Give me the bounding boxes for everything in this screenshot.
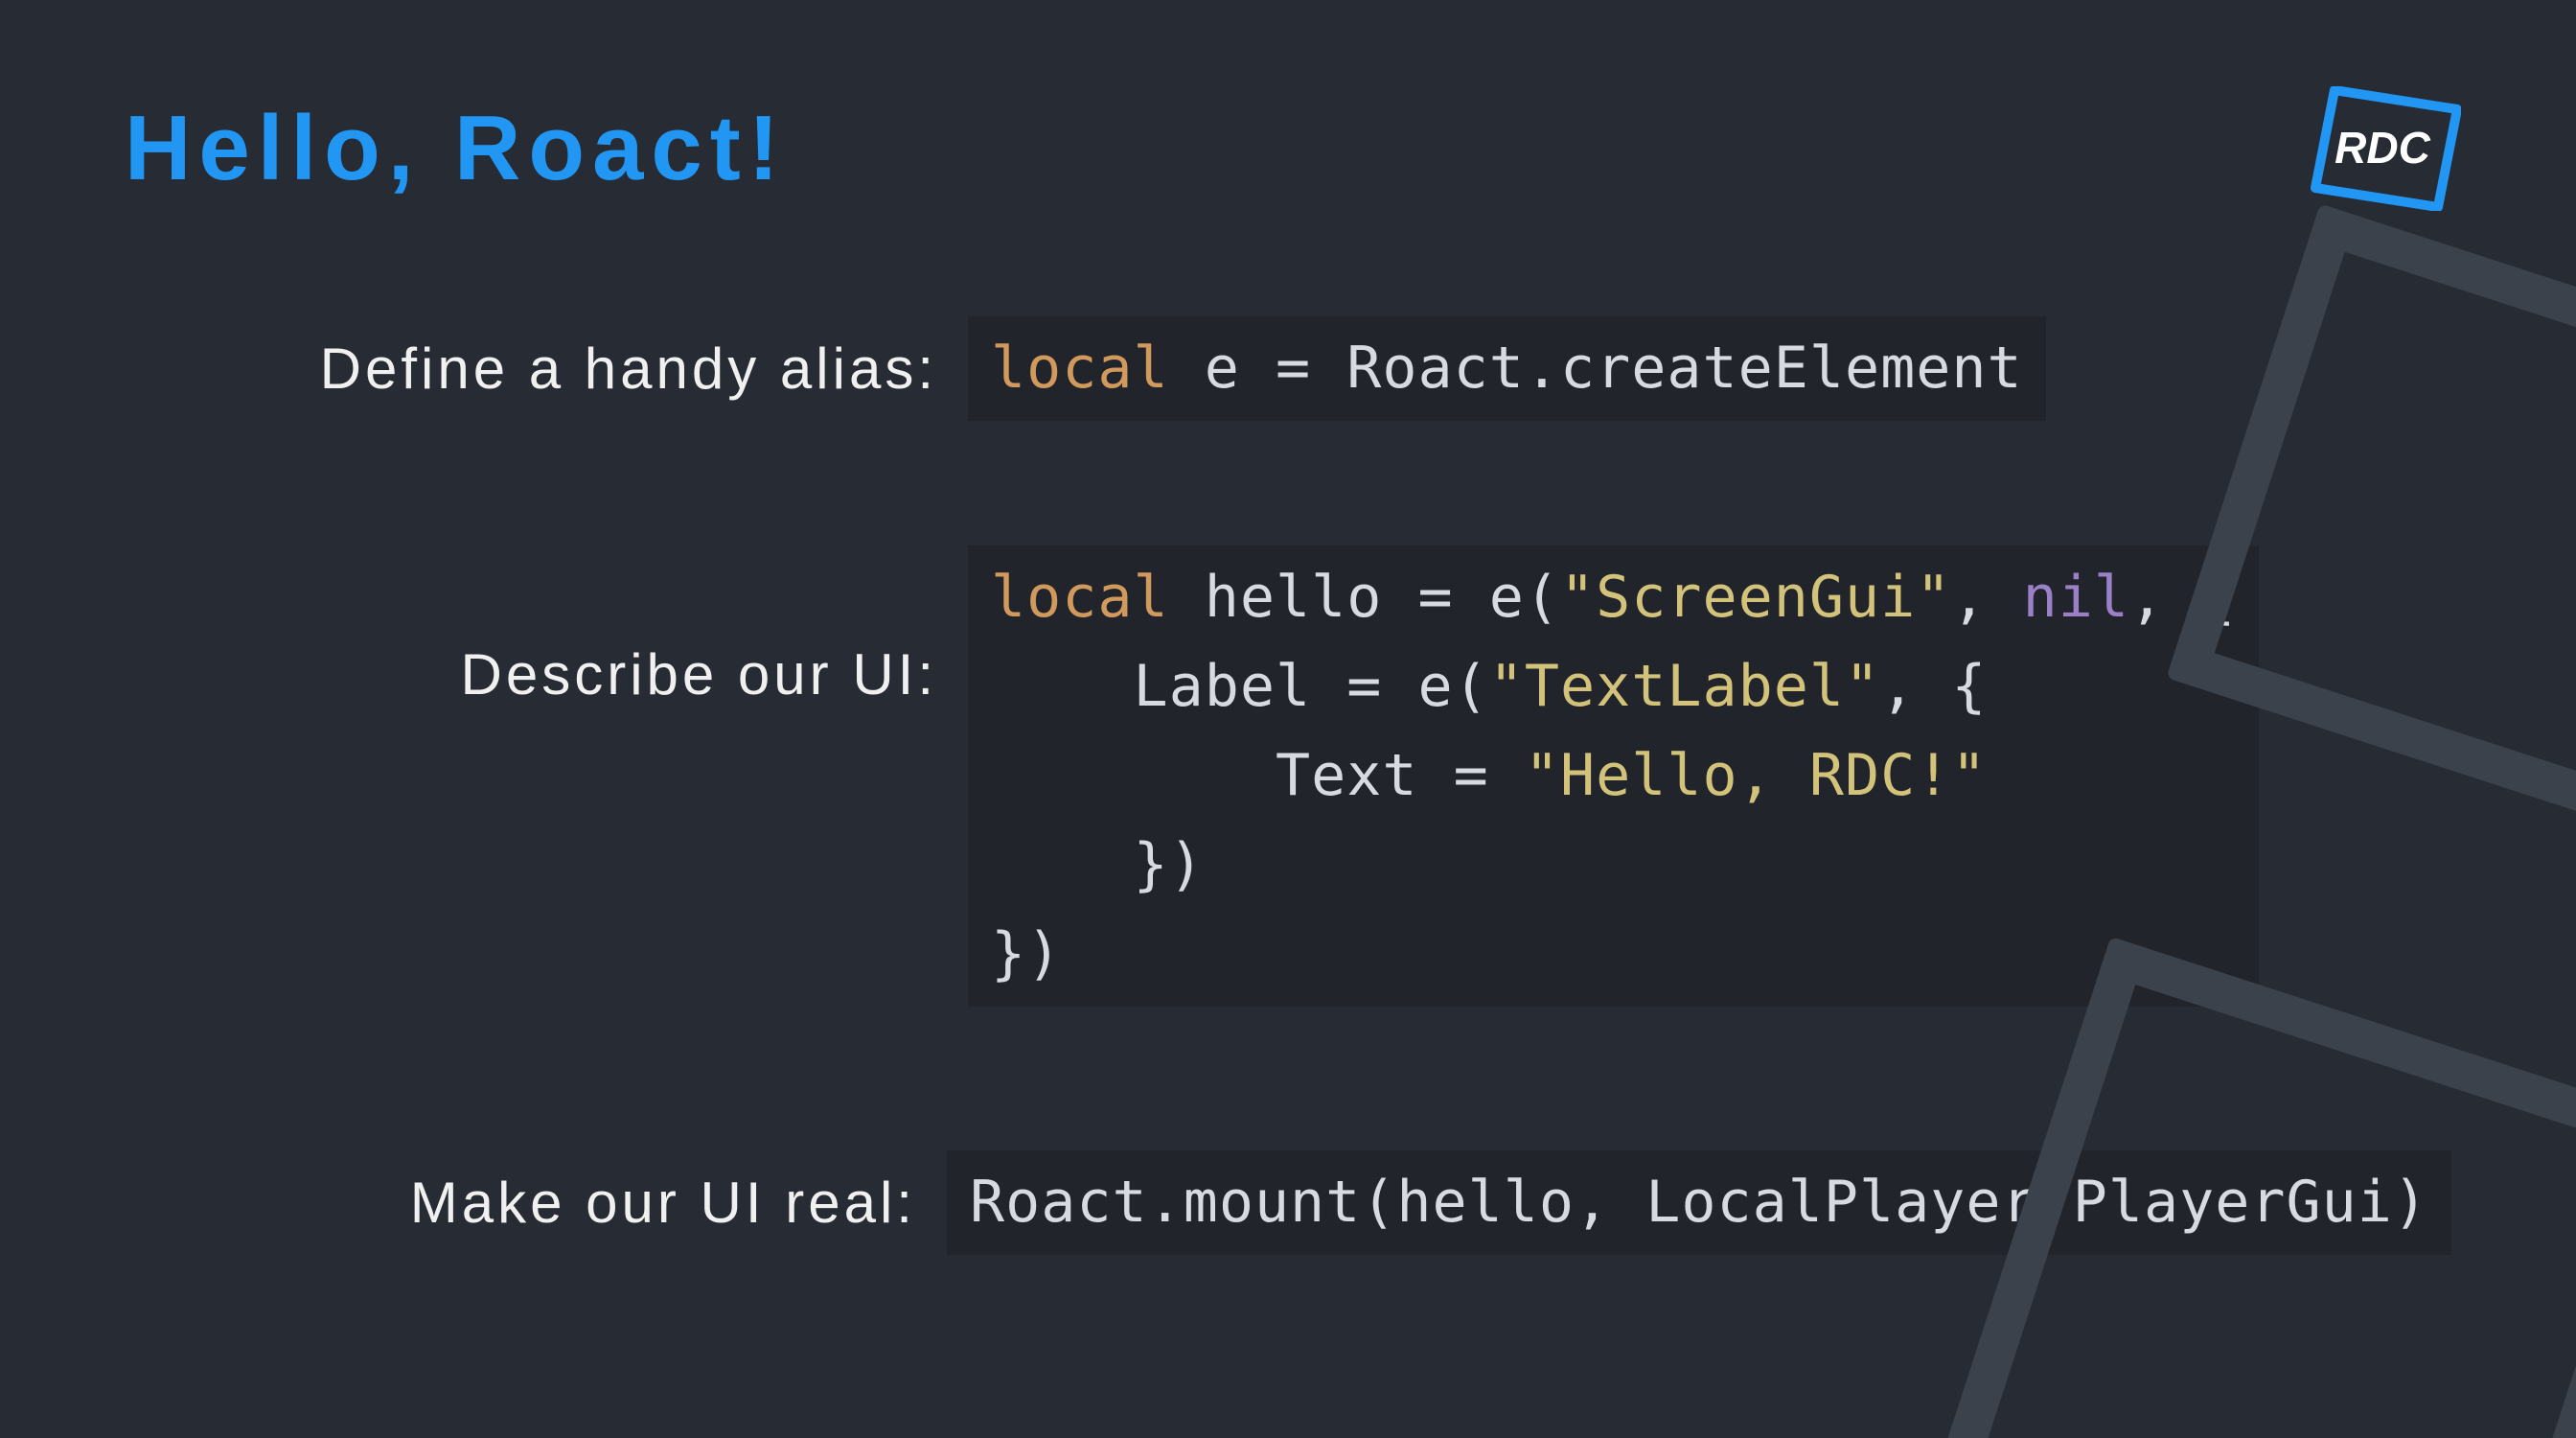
code-block: local hello = e("ScreenGui", nil, { Labe… — [968, 545, 2259, 1007]
row-label: Describe our UI: — [125, 545, 968, 707]
row-label: Make our UI real: — [125, 1170, 947, 1236]
slide: RDC Hello, Roact! Define a handy alias: … — [0, 0, 2576, 1438]
row-describe: Describe our UI: local hello = e("Screen… — [125, 545, 2451, 1007]
code-block: Roact.mount(hello, LocalPlayer.PlayerGui… — [947, 1150, 2451, 1255]
svg-text:RDC: RDC — [2334, 123, 2430, 173]
row-label: Define a handy alias: — [125, 336, 968, 402]
row-mount: Make our UI real: Roact.mount(hello, Loc… — [125, 1150, 2451, 1255]
row-alias: Define a handy alias: local e = Roact.cr… — [125, 316, 2451, 421]
slide-title: Hello, Roact! — [125, 96, 2451, 201]
rdc-logo-icon: RDC — [2308, 86, 2461, 211]
code-block: local e = Roact.createElement — [968, 316, 2046, 421]
